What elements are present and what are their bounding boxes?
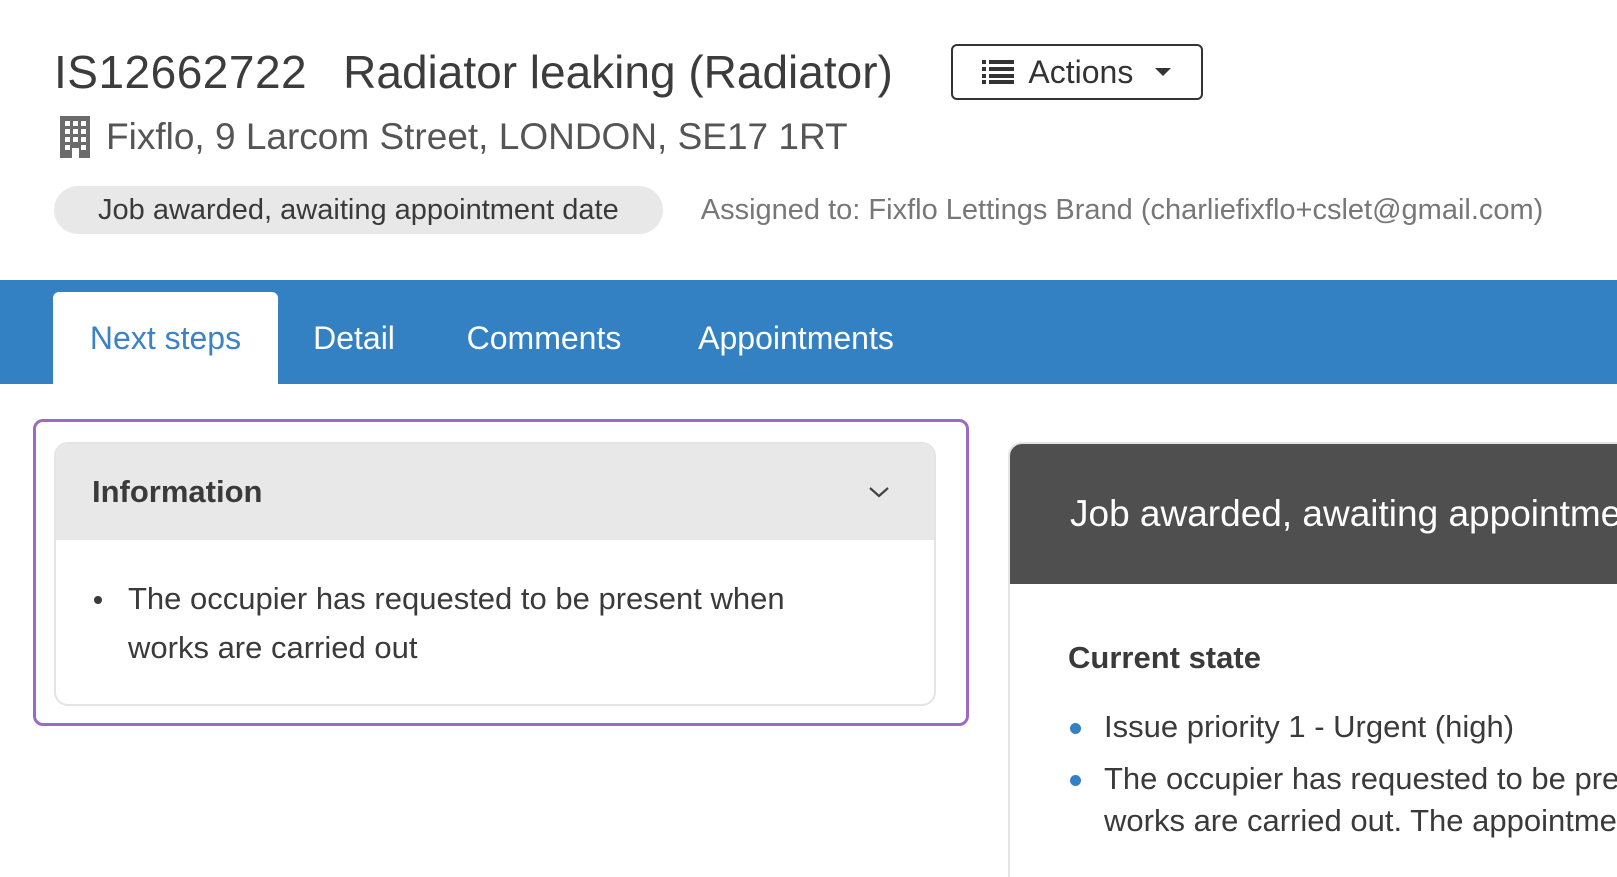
address-row: Fixflo, 9 Larcom Street, LONDON, SE17 1R… [58,116,848,158]
tab-appointments[interactable]: Appointments [676,292,916,384]
tab-next-steps[interactable]: Next steps [53,292,278,384]
information-list: The occupier has requested to be present… [92,574,894,672]
title-row: IS12662722 Radiator leaking (Radiator) A… [54,44,1203,100]
issue-title: Radiator leaking (Radiator) [343,46,893,98]
issue-reference: IS12662722 [54,46,308,98]
information-title: Information [92,474,263,509]
status-card-header: Job awarded, awaiting appointment date [1010,444,1617,584]
building-icon [58,116,92,158]
status-card-title: Job awarded, awaiting appointment date [1070,493,1617,534]
current-state-list: Issue priority 1 - Urgent (high) The occ… [1068,706,1617,842]
information-panel-header[interactable]: Information [56,444,934,540]
information-line-2: works are carried out [128,630,418,665]
tab-comments[interactable]: Comments [440,292,648,384]
information-line-1: The occupier has requested to be present… [128,581,785,616]
chevron-down-icon[interactable] [868,485,890,499]
list-item: The occupier has requested to be present… [92,574,894,672]
information-panel: Information The occupier has requested t… [54,442,936,706]
status-card-body: Current state Issue priority 1 - Urgent … [1010,584,1617,842]
list-item: Issue priority 1 - Urgent (high) [1068,706,1617,748]
state-item-line-2: works are carried out. The appointment [1104,803,1617,838]
status-card: Job awarded, awaiting appointment date C… [1008,442,1617,877]
actions-label: Actions [1028,53,1134,90]
list-icon [982,60,1015,84]
status-badge: Job awarded, awaiting appointment date [54,186,663,234]
tab-bar: Next steps Detail Comments Appointments [0,280,1617,384]
state-item-text: Issue priority 1 - Urgent (high) [1104,709,1515,744]
state-item-line-1: The occupier has requested to be present… [1104,761,1617,796]
status-row: Job awarded, awaiting appointment date A… [54,186,1543,234]
list-item: The occupier has requested to be present… [1068,758,1617,842]
caret-down-icon [1155,68,1172,76]
information-panel-body: The occupier has requested to be present… [56,540,934,672]
assigned-to-text: Assigned to: Fixflo Lettings Brand (char… [700,193,1544,226]
tab-detail[interactable]: Detail [290,292,418,384]
actions-button[interactable]: Actions [950,44,1203,100]
current-state-heading: Current state [1068,640,1261,675]
property-address: Fixflo, 9 Larcom Street, LONDON, SE17 1R… [106,116,848,157]
issue-page: IS12662722 Radiator leaking (Radiator) A… [0,0,1617,877]
